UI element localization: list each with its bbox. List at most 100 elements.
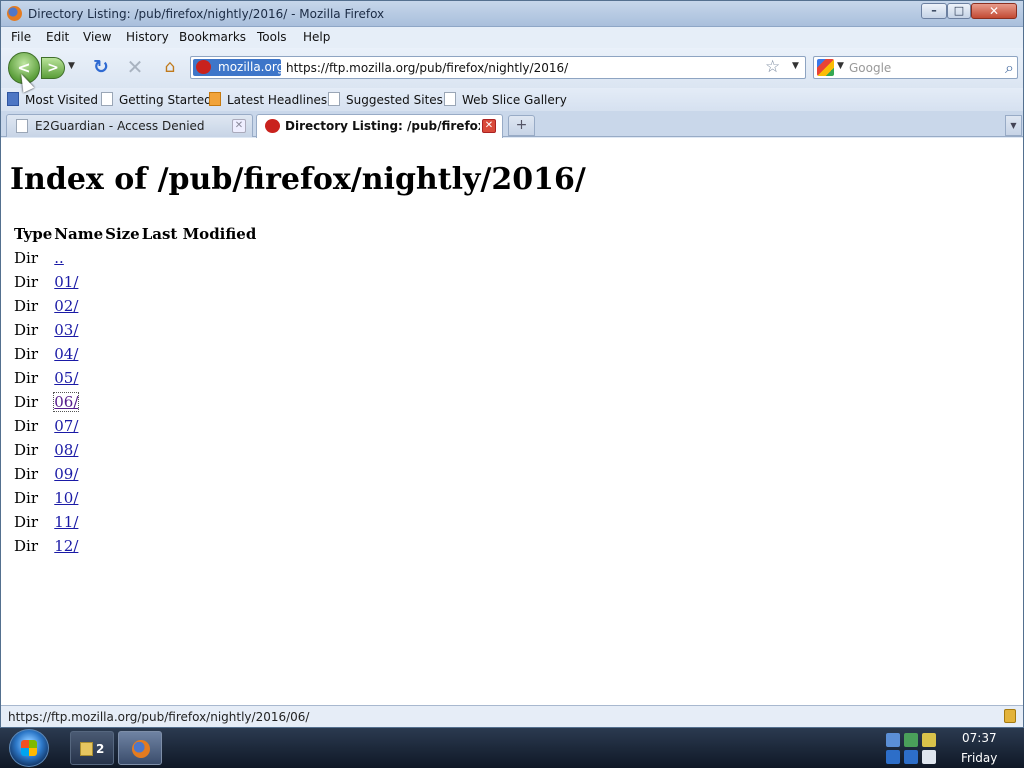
- tray-n2-icon[interactable]: [904, 750, 918, 764]
- taskbar-firefox[interactable]: [118, 731, 162, 765]
- directory-link[interactable]: 06/: [53, 392, 80, 412]
- history-dropdown-icon[interactable]: ▼: [68, 61, 75, 71]
- row-type: Dir: [14, 321, 38, 339]
- table-row: Dir 06/: [14, 390, 256, 414]
- bookmark-suggested-sites[interactable]: Suggested Sites: [328, 92, 443, 107]
- directory-link[interactable]: 01/: [54, 273, 78, 291]
- tab-directory-listing[interactable]: Directory Listing: /pub/firefox/... ✕: [256, 114, 503, 138]
- table-row: Dir 05/: [14, 366, 256, 390]
- row-size: [105, 246, 140, 270]
- column-last-modified: Last Modified: [141, 225, 257, 243]
- new-tab-button[interactable]: +: [508, 115, 535, 136]
- firefox-icon: [132, 740, 150, 758]
- page-icon: [16, 119, 28, 133]
- update-icon[interactable]: [904, 733, 918, 747]
- menu-history[interactable]: History: [126, 30, 169, 44]
- search-icon[interactable]: ⌕: [1005, 58, 1014, 78]
- lock-icon[interactable]: [1004, 709, 1016, 723]
- search-engine-dropdown-icon[interactable]: ▼: [837, 61, 844, 71]
- system-tray: [884, 731, 944, 765]
- status-bar: https://ftp.mozilla.org/pub/firefox/nigh…: [1, 705, 1023, 727]
- directory-link[interactable]: 02/: [54, 297, 78, 315]
- directory-link[interactable]: 11/: [54, 513, 78, 531]
- directory-link[interactable]: 07/: [54, 417, 78, 435]
- row-name-cell: ..: [54, 246, 103, 270]
- forward-arrow-icon: >: [47, 60, 59, 76]
- close-tab-icon[interactable]: ✕: [232, 119, 246, 133]
- row-type: Dir: [14, 489, 38, 507]
- row-type: Dir: [14, 369, 38, 387]
- directory-link[interactable]: 04/: [54, 345, 78, 363]
- menu-edit[interactable]: Edit: [46, 30, 69, 44]
- row-last-modified: [142, 270, 257, 294]
- most-visited-icon: [7, 92, 19, 106]
- row-last-modified: [142, 486, 257, 510]
- taskbar-explorer-group[interactable]: 2: [70, 731, 114, 765]
- directory-link[interactable]: 03/: [54, 321, 78, 339]
- stop-icon[interactable]: ✕: [125, 57, 145, 77]
- row-name-cell: 03/: [54, 318, 103, 342]
- bookmark-star-icon[interactable]: ☆: [765, 57, 780, 77]
- clock-time[interactable]: 07:37: [962, 731, 997, 745]
- close-tab-icon[interactable]: ✕: [482, 119, 496, 133]
- search-bar[interactable]: ▼ Google ⌕: [813, 56, 1018, 79]
- row-last-modified: [142, 390, 257, 414]
- directory-link[interactable]: 05/: [54, 369, 78, 387]
- tab-e2guardian[interactable]: E2Guardian - Access Denied ✕: [6, 114, 253, 137]
- directory-link[interactable]: 10/: [54, 489, 78, 507]
- search-input[interactable]: Google: [849, 61, 891, 75]
- row-last-modified: [142, 366, 257, 390]
- row-last-modified: [142, 462, 257, 486]
- menu-tools[interactable]: Tools: [257, 30, 287, 44]
- row-name-cell: 10/: [54, 486, 103, 510]
- tray-app-icon[interactable]: [922, 733, 936, 747]
- directory-link[interactable]: 12/: [54, 537, 78, 555]
- url-input[interactable]: https://ftp.mozilla.org/pub/firefox/nigh…: [286, 61, 568, 75]
- row-size: [105, 318, 140, 342]
- menu-view[interactable]: View: [83, 30, 111, 44]
- clock-day[interactable]: Friday: [961, 751, 997, 765]
- directory-link[interactable]: 08/: [54, 441, 78, 459]
- url-dropdown-icon[interactable]: ▼: [792, 61, 799, 71]
- row-name-cell: 11/: [54, 510, 103, 534]
- bookmark-latest-headlines[interactable]: Latest Headlines: [209, 92, 327, 107]
- table-row: Dir 01/: [14, 270, 256, 294]
- network-icon[interactable]: [886, 733, 900, 747]
- site-identity-button[interactable]: mozilla.org: [193, 59, 284, 76]
- start-button[interactable]: [9, 729, 49, 767]
- row-last-modified: [142, 534, 257, 558]
- directory-link[interactable]: 09/: [54, 465, 78, 483]
- bookmark-label: Getting Started: [119, 93, 212, 107]
- mozilla-favicon-icon: [265, 119, 280, 133]
- tray-n-icon[interactable]: [886, 750, 900, 764]
- home-icon[interactable]: ⌂: [160, 57, 180, 77]
- close-window-button[interactable]: ✕: [971, 3, 1017, 19]
- volume-icon[interactable]: [922, 750, 936, 764]
- maximize-button[interactable]: □: [947, 3, 971, 19]
- tab-list-button[interactable]: ▼: [1005, 115, 1022, 136]
- url-bar[interactable]: mozilla.org https://ftp.mozilla.org/pub/…: [190, 56, 806, 79]
- minimize-button[interactable]: –: [921, 3, 947, 19]
- folder-icon: [80, 742, 93, 756]
- reload-icon[interactable]: ↻: [91, 57, 111, 77]
- bookmark-most-visited[interactable]: Most Visited: [7, 92, 98, 107]
- table-row: Dir 07/: [14, 414, 256, 438]
- row-last-modified: [142, 438, 257, 462]
- bookmark-getting-started[interactable]: Getting Started: [101, 92, 212, 107]
- google-engine-icon[interactable]: [817, 59, 834, 76]
- menu-file[interactable]: File: [11, 30, 31, 44]
- row-last-modified: [142, 246, 257, 270]
- menu-help[interactable]: Help: [303, 30, 330, 44]
- maximize-icon: □: [953, 4, 965, 17]
- bookmark-web-slice-gallery[interactable]: Web Slice Gallery: [444, 92, 567, 107]
- row-name-cell: 08/: [54, 438, 103, 462]
- menu-bookmarks[interactable]: Bookmarks: [179, 30, 246, 44]
- directory-link[interactable]: ..: [54, 249, 64, 267]
- tab-strip: E2Guardian - Access Denied ✕ Directory L…: [1, 111, 1023, 138]
- firefox-icon: [7, 6, 22, 21]
- bookmark-label: Suggested Sites: [346, 93, 443, 107]
- forward-button[interactable]: >: [41, 57, 65, 79]
- row-type: Dir: [14, 297, 38, 315]
- bookmark-label: Web Slice Gallery: [462, 93, 567, 107]
- page-icon: [328, 92, 340, 106]
